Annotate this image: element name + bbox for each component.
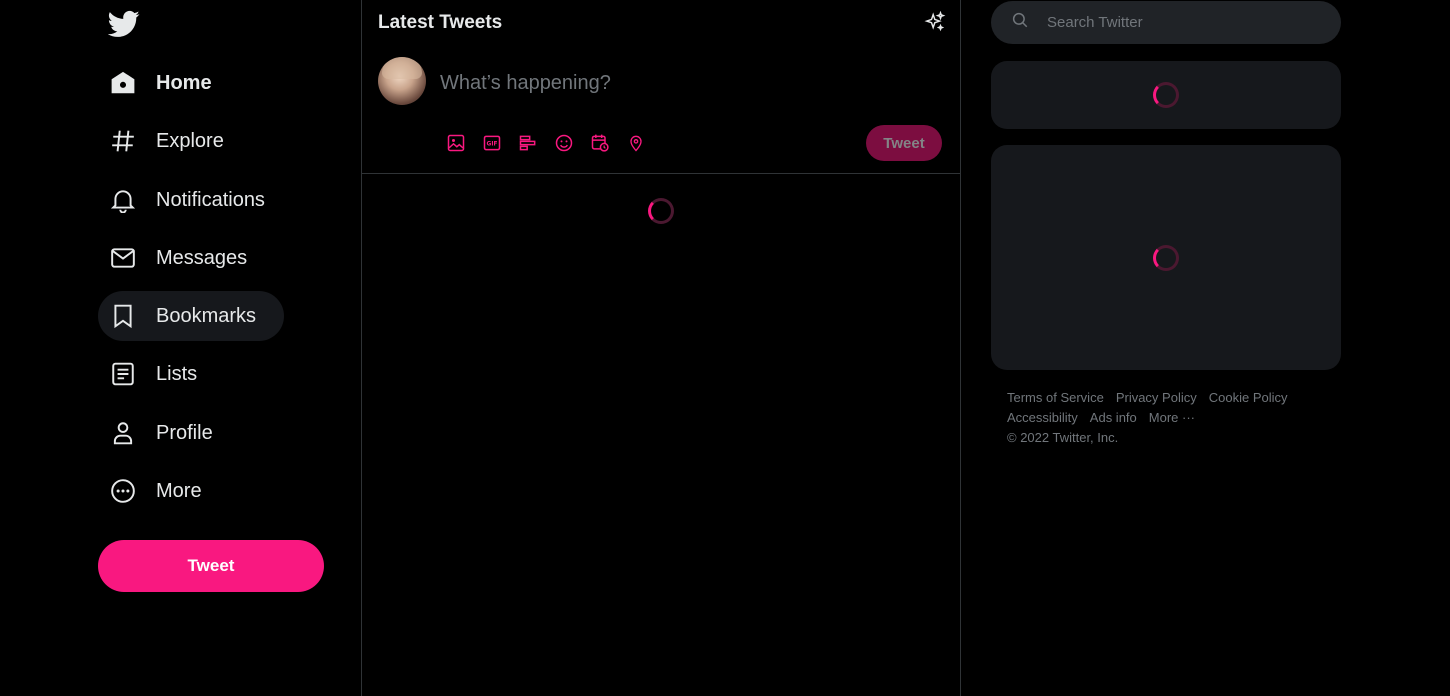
nav-item-notifications[interactable]: Notifications [98, 175, 277, 225]
bell-icon [110, 187, 136, 213]
compose-toolbar: GIF [438, 130, 654, 156]
home-icon [110, 70, 136, 96]
twitter-logo-icon[interactable] [107, 8, 140, 40]
search-input[interactable]: Search Twitter [991, 1, 1341, 44]
svg-text:GIF: GIF [487, 142, 498, 148]
search-icon [1011, 11, 1029, 34]
divider [362, 173, 960, 174]
schedule-icon[interactable] [582, 130, 618, 156]
footer-link-terms[interactable]: Terms of Service [1007, 390, 1104, 405]
sidebar-card [991, 145, 1341, 370]
nav-item-home[interactable]: Home [98, 58, 224, 108]
nav-item-explore[interactable]: Explore [98, 116, 236, 166]
gif-icon[interactable]: GIF [474, 130, 510, 156]
bookmark-icon [110, 303, 136, 329]
compose-input[interactable]: What’s happening? [440, 72, 611, 95]
copyright: © 2022 Twitter, Inc. [1007, 430, 1119, 445]
nav-item-label: Bookmarks [156, 304, 257, 327]
location-icon[interactable] [618, 130, 654, 156]
footer-link-cookie[interactable]: Cookie Policy [1209, 390, 1288, 405]
image-icon[interactable] [438, 130, 474, 156]
search-placeholder: Search Twitter [1047, 14, 1143, 31]
tweet-button[interactable]: Tweet [98, 540, 324, 592]
person-icon [110, 420, 136, 446]
nav-item-messages[interactable]: Messages [98, 233, 259, 283]
poll-icon[interactable] [510, 130, 546, 156]
more-circle-icon [110, 478, 136, 504]
nav-item-profile[interactable]: Profile [98, 408, 225, 458]
hashtag-icon [110, 128, 136, 154]
loading-spinner [1153, 245, 1179, 271]
sidebar-card [991, 61, 1341, 129]
loading-spinner [1153, 82, 1179, 108]
footer-link-accessibility[interactable]: Accessibility [1007, 410, 1078, 425]
nav-item-bookmarks[interactable]: Bookmarks [98, 291, 284, 341]
loading-spinner [648, 198, 674, 224]
emoji-icon[interactable] [546, 130, 582, 156]
nav-item-label: Notifications [156, 188, 265, 211]
footer-link-more[interactable]: More ··· [1149, 410, 1195, 425]
envelope-icon [110, 245, 136, 271]
nav-item-label: Lists [156, 362, 198, 385]
left-navigation: Home Explore Notifications Messages Book… [0, 0, 361, 696]
nav-item-lists[interactable]: Lists [98, 349, 209, 399]
nav-item-label: Messages [156, 246, 248, 269]
compose-tweet-button[interactable]: Tweet [866, 125, 942, 161]
nav-item-label: Profile [156, 421, 213, 444]
nav-item-more[interactable]: More [98, 466, 214, 516]
nav-item-label: More [156, 479, 202, 502]
footer: Terms of Service Privacy Policy Cookie Pol… [1007, 388, 1327, 448]
sparkle-icon[interactable] [924, 10, 946, 33]
page-title: Latest Tweets [378, 12, 503, 33]
main-timeline: Latest Tweets What’s happening? GIF Twee… [361, 0, 961, 696]
list-icon [110, 361, 136, 387]
footer-link-privacy[interactable]: Privacy Policy [1116, 390, 1197, 405]
footer-link-ads-info[interactable]: Ads info [1090, 410, 1137, 425]
avatar[interactable] [378, 57, 426, 105]
nav-item-label: Home [156, 71, 212, 94]
nav-item-label: Explore [156, 129, 224, 152]
